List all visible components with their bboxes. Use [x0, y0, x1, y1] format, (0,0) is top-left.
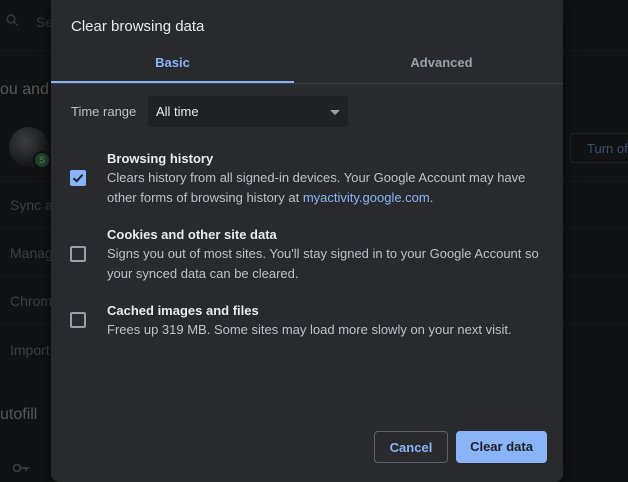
cancel-button[interactable]: Cancel — [374, 431, 448, 463]
browsing-history-title: Browsing history — [107, 151, 214, 166]
time-range-label: Time range — [71, 104, 137, 119]
clear-data-button[interactable]: Clear data — [456, 431, 547, 463]
time-range-select[interactable]: All time — [148, 96, 348, 127]
browsing-history-desc-end: . — [429, 190, 434, 205]
checkmark-icon — [72, 174, 84, 183]
tab-bar: Basic Advanced — [51, 50, 563, 84]
cookies-description: Signs you out of most sites. You'll stay… — [107, 246, 539, 281]
tab-basic[interactable]: Basic — [51, 50, 294, 83]
tab-advanced[interactable]: Advanced — [320, 50, 563, 82]
browsing-history-description: Clears history from all signed-in device… — [107, 168, 547, 208]
cached-files-description: Frees up 319 MB. Some sites may load mor… — [107, 322, 512, 337]
cached-files-checkbox[interactable] — [70, 312, 86, 328]
time-range-value: All time — [156, 104, 199, 119]
myactivity-link[interactable]: myactivity.google.com — [303, 190, 430, 205]
browsing-history-checkbox[interactable] — [70, 170, 86, 186]
dialog-title: Clear browsing data — [71, 18, 205, 35]
cookies-title: Cookies and other site data — [107, 227, 277, 242]
clear-browsing-data-dialog: Clear browsing data Basic Advanced Time … — [51, 0, 563, 482]
cached-files-title: Cached images and files — [107, 303, 259, 318]
cookies-checkbox[interactable] — [70, 246, 86, 262]
dropdown-arrow-icon — [330, 110, 340, 115]
